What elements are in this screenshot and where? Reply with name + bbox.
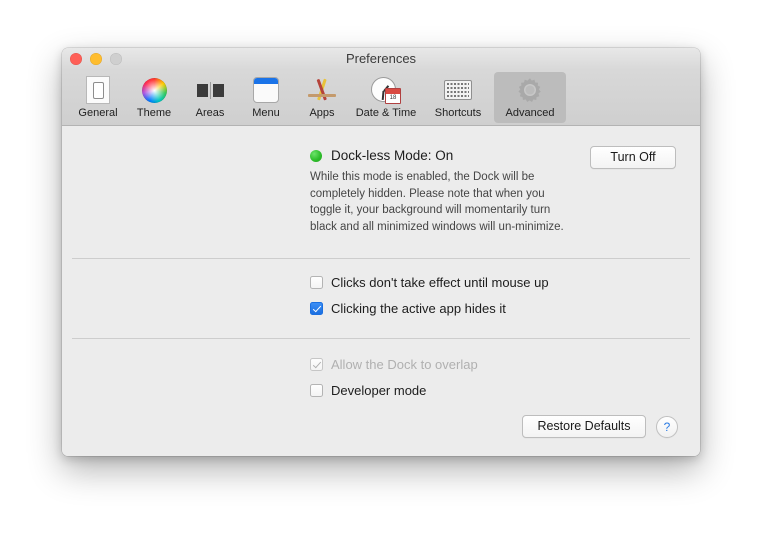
options-group-1: Clicks don't take effect until mouse up … [62, 259, 700, 316]
option-row-developer-mode[interactable]: Developer mode [86, 383, 676, 398]
option-row-active-app-hides[interactable]: Clicking the active app hides it [86, 301, 676, 316]
window-title: Preferences [345, 51, 417, 66]
help-button-icon[interactable]: ? [656, 415, 678, 438]
label-dock-overlap: Allow the Dock to overlap [331, 357, 478, 372]
option-row-clicks-mouse-up[interactable]: Clicks don't take effect until mouse up [86, 275, 676, 290]
dockless-mode-text: Dock-less Mode: On While this mode is en… [86, 148, 578, 235]
toolbar-label-menu: Menu [252, 107, 280, 119]
toolbar-label-areas: Areas [195, 107, 225, 119]
toolbar-item-areas[interactable]: Areas [182, 72, 238, 123]
toolbar-item-shortcuts[interactable]: Shortcuts [422, 72, 494, 123]
dockless-mode-title: Dock-less Mode: On [331, 148, 454, 163]
toolbar-item-menu[interactable]: Menu [238, 72, 294, 123]
toolbar-item-theme[interactable]: Theme [126, 72, 182, 123]
general-switch-icon [82, 75, 114, 105]
keyboard-icon [442, 75, 474, 105]
app-store-icon [306, 75, 338, 105]
preferences-toolbar: General Theme Areas Menu Apps 18 Date & … [62, 70, 700, 126]
label-clicks-mouse-up: Clicks don't take effect until mouse up [331, 275, 549, 290]
checkbox-dock-overlap [310, 358, 323, 371]
toolbar-item-general[interactable]: General [70, 72, 126, 123]
checkbox-developer-mode[interactable] [310, 384, 323, 397]
preferences-window: Preferences General Theme Areas Menu App… [62, 48, 700, 456]
checkbox-active-app-hides[interactable] [310, 302, 323, 315]
advanced-pane: Dock-less Mode: On While this mode is en… [62, 126, 700, 456]
toolbar-item-advanced[interactable]: Advanced [494, 72, 566, 123]
toolbar-item-apps[interactable]: Apps [294, 72, 350, 123]
screen-areas-icon [194, 75, 226, 105]
dockless-mode-description: While this mode is enabled, the Dock wil… [310, 171, 564, 233]
label-active-app-hides: Clicking the active app hides it [331, 301, 506, 316]
toolbar-label-general: General [78, 107, 118, 119]
menu-bar-icon [250, 75, 282, 105]
window-titlebar[interactable]: Preferences [62, 48, 700, 70]
restore-defaults-button[interactable]: Restore Defaults [522, 415, 646, 438]
toolbar-label-advanced: Advanced [505, 107, 555, 119]
pane-footer: Restore Defaults ? [522, 415, 678, 438]
toolbar-label-apps: Apps [309, 107, 335, 119]
toolbar-label-shortcuts: Shortcuts [434, 107, 482, 119]
toolbar-item-date-time[interactable]: 18 Date & Time [350, 72, 422, 123]
color-wheel-icon [138, 75, 170, 105]
toolbar-label-theme: Theme [136, 107, 172, 119]
toolbar-label-date-time: Date & Time [355, 107, 417, 119]
options-group-2: Allow the Dock to overlap Developer mode [62, 339, 700, 398]
checkbox-clicks-mouse-up[interactable] [310, 276, 323, 289]
turn-off-button[interactable]: Turn Off [590, 146, 676, 169]
clock-calendar-icon: 18 [370, 75, 402, 105]
status-indicator-icon [310, 149, 322, 162]
option-row-dock-overlap: Allow the Dock to overlap [86, 357, 676, 372]
gear-icon [514, 75, 546, 105]
label-developer-mode: Developer mode [331, 383, 427, 398]
dockless-mode-header: Dock-less Mode: On [310, 148, 578, 163]
dockless-mode-section: Dock-less Mode: On While this mode is en… [62, 126, 700, 235]
